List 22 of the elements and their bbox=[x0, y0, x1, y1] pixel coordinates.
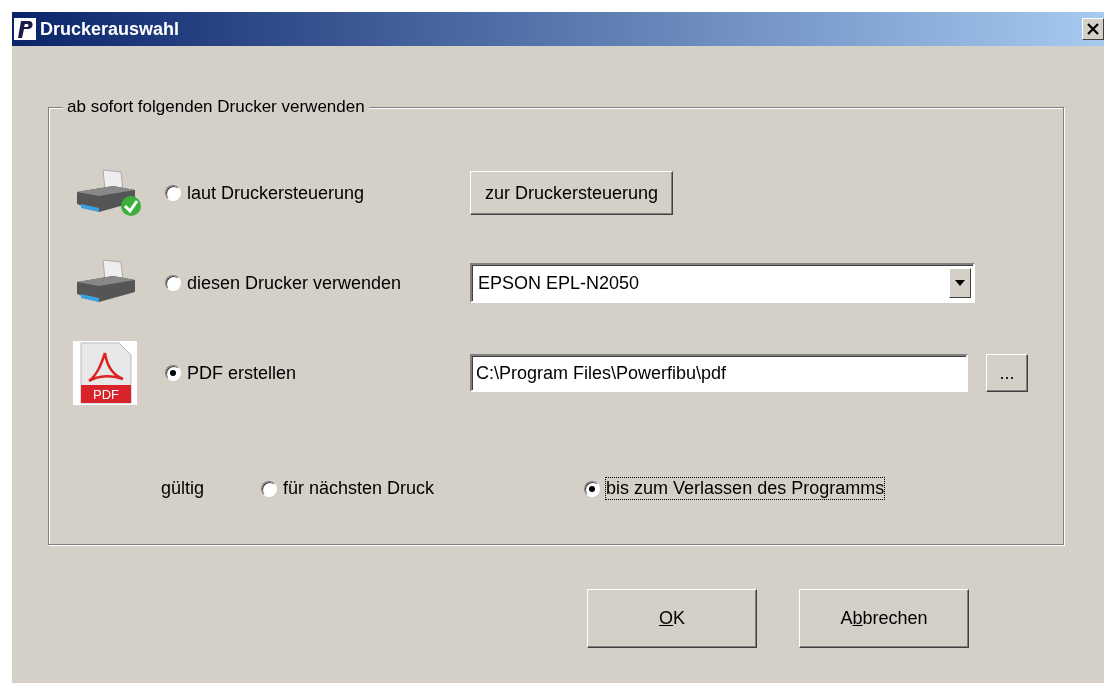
window-title: Druckerauswahl bbox=[40, 18, 181, 40]
radio-label: für nächsten Druck bbox=[283, 478, 435, 499]
group-legend: ab sofort folgenden Drucker verwenden bbox=[63, 97, 369, 117]
pdf-file-icon: PDF bbox=[73, 341, 137, 405]
radio-button[interactable] bbox=[165, 185, 181, 201]
radio-label: diesen Drucker verwenden bbox=[187, 272, 402, 294]
radio-label: bis zum Verlassen des Programms bbox=[606, 478, 885, 499]
radio-button[interactable] bbox=[165, 275, 181, 291]
close-icon bbox=[1087, 23, 1099, 35]
path-field[interactable]: C:\Program Files\Powerfibu\pdf bbox=[470, 354, 968, 392]
browse-button[interactable]: ... bbox=[986, 354, 1028, 392]
close-button[interactable] bbox=[1082, 18, 1104, 40]
validity-label: gültig bbox=[161, 478, 206, 499]
radio-button[interactable] bbox=[165, 365, 181, 381]
dialog-button[interactable]: OK bbox=[587, 589, 757, 648]
dialog-button[interactable]: Abbrechen bbox=[799, 589, 969, 648]
app-logo-icon bbox=[14, 18, 36, 40]
printer-dropdown[interactable]: EPSON EPL-N2050 bbox=[470, 263, 975, 303]
printer-control-button[interactable]: zur Druckersteuerung bbox=[470, 171, 674, 215]
radio-label: PDF erstellen bbox=[187, 362, 297, 384]
radio-button[interactable] bbox=[261, 480, 277, 497]
radio-label: laut Druckersteuerung bbox=[187, 182, 365, 204]
